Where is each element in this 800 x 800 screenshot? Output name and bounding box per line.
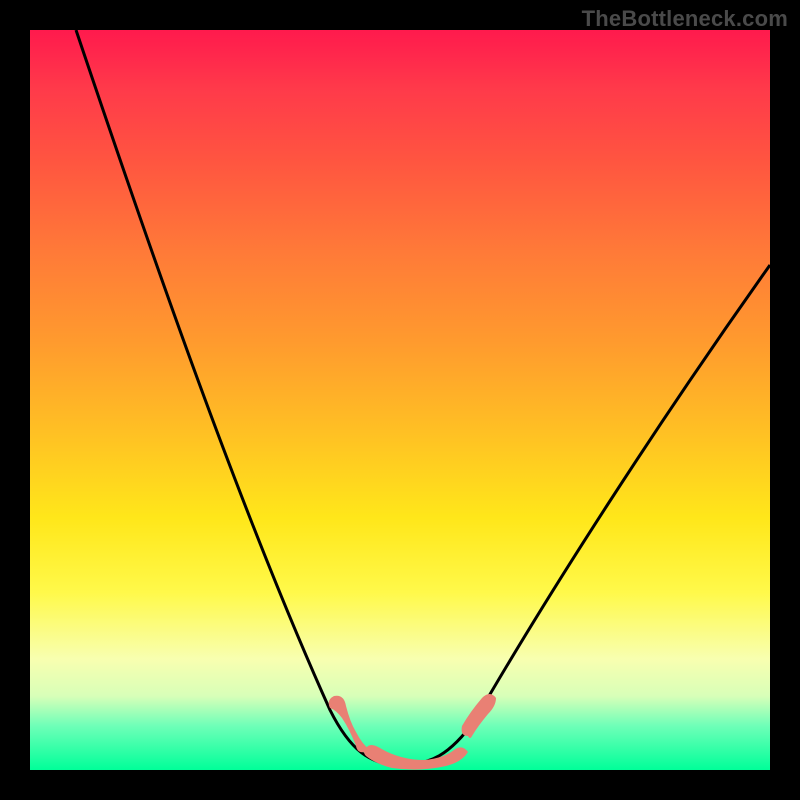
plot-area <box>30 30 770 770</box>
bottleneck-curve <box>76 30 770 765</box>
curve-svg <box>30 30 770 770</box>
chart-frame: TheBottleneck.com <box>0 0 800 800</box>
flat-region-marker <box>329 694 496 770</box>
watermark-text: TheBottleneck.com <box>582 6 788 32</box>
